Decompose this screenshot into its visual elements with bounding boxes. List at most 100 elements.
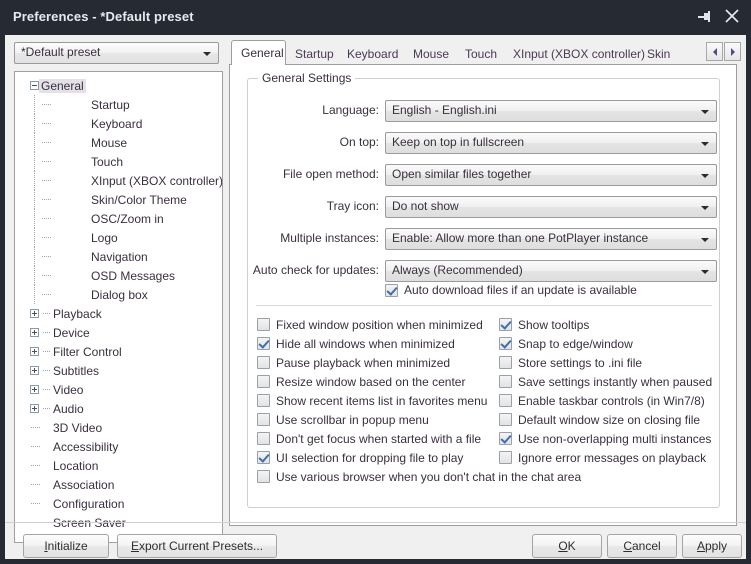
tab-touch[interactable]: Touch bbox=[456, 43, 504, 64]
tree-item-filter-control[interactable]: Filter Control bbox=[15, 342, 222, 361]
tree-item-configuration[interactable]: Configuration bbox=[15, 494, 222, 513]
checkbox-use-non-overlapping-multi-instances[interactable] bbox=[499, 432, 512, 445]
tab-scroll-left-button[interactable] bbox=[706, 42, 723, 61]
tab-general[interactable]: General bbox=[231, 40, 286, 65]
checkbox-show-tooltips[interactable] bbox=[499, 318, 512, 331]
auto-download-checkbox-row[interactable]: Auto download files if an update is avai… bbox=[385, 283, 637, 297]
tree-item-startup[interactable]: Startup bbox=[15, 95, 222, 114]
dropdown-multiple-instances[interactable]: Enable: Allow more than one PotPlayer in… bbox=[385, 228, 717, 250]
close-icon[interactable] bbox=[719, 4, 745, 28]
apply-button[interactable]: Apply bbox=[682, 534, 742, 558]
checkbox-hide-all-windows-when-minimized[interactable] bbox=[257, 337, 270, 350]
tree-item-keyboard[interactable]: Keyboard bbox=[15, 114, 222, 133]
tree-collapse-icon[interactable] bbox=[30, 81, 39, 90]
checkbox-row-save-settings-instantly-when-paused[interactable]: Save settings instantly when paused bbox=[499, 373, 712, 390]
tree-item-accessibility[interactable]: Accessibility bbox=[15, 437, 222, 456]
tab-startup[interactable]: Startup bbox=[286, 43, 338, 64]
tree-guide-dots bbox=[42, 237, 51, 239]
checkbox-pause-playback-when-minimized[interactable] bbox=[257, 356, 270, 369]
checkbox-snap-to-edge-window[interactable] bbox=[499, 337, 512, 350]
dropdown-tray-icon[interactable]: Do not show bbox=[385, 196, 717, 218]
ok-button[interactable]: OK bbox=[532, 534, 602, 558]
pin-icon[interactable] bbox=[691, 4, 717, 28]
checkbox-row-show-recent-items-list-in-favorites-menu[interactable]: Show recent items list in favorites menu bbox=[257, 392, 487, 409]
tab-scroll-right-button[interactable] bbox=[724, 42, 741, 61]
checkbox-row-use-non-overlapping-multi-instances[interactable]: Use non-overlapping multi instances bbox=[499, 430, 711, 447]
tree-item-logo[interactable]: Logo bbox=[15, 228, 222, 247]
tree-item-dialog-box[interactable]: Dialog box bbox=[15, 285, 222, 304]
initialize-button[interactable]: Initialize bbox=[23, 534, 109, 558]
checkbox-fixed-window-position-when-minimized[interactable] bbox=[257, 318, 270, 331]
dropdown-language[interactable]: English - English.ini bbox=[385, 100, 717, 122]
tree-expand-icon[interactable] bbox=[30, 309, 39, 318]
checkbox-row-use-various-browser-when-you-don-t-chat-in-the-chat-area[interactable]: Use various browser when you don't chat … bbox=[257, 468, 581, 485]
checkbox-enable-taskbar-controls-in-win7-8[interactable] bbox=[499, 394, 512, 407]
chevron-down-icon bbox=[701, 174, 709, 178]
checkbox-label: UI selection for dropping file to play bbox=[276, 451, 463, 465]
setting-row-multiple-instances: Multiple instances:Enable: Allow more th… bbox=[248, 228, 719, 250]
dropdown-on-top[interactable]: Keep on top in fullscreen bbox=[385, 132, 717, 154]
dropdown-file-open-method[interactable]: Open similar files together bbox=[385, 164, 717, 186]
checkbox-row-don-t-get-focus-when-started-with-a-file[interactable]: Don't get focus when started with a file bbox=[257, 430, 481, 447]
cancel-button[interactable]: Cancel bbox=[607, 534, 677, 558]
checkbox-show-recent-items-list-in-favorites-menu[interactable] bbox=[257, 394, 270, 407]
checkbox-row-default-window-size-on-closing-file[interactable]: Default window size on closing file bbox=[499, 411, 700, 428]
tab-mouse[interactable]: Mouse bbox=[404, 43, 456, 64]
tree-item-xinput-xbox-controller[interactable]: XInput (XBOX controller) bbox=[15, 171, 222, 190]
checkbox-row-ui-selection-for-dropping-file-to-play[interactable]: UI selection for dropping file to play bbox=[257, 449, 463, 466]
checkbox-store-settings-to-ini-file[interactable] bbox=[499, 356, 512, 369]
tree-item-3d-video[interactable]: 3D Video bbox=[15, 418, 222, 437]
tree-item-navigation[interactable]: Navigation bbox=[15, 247, 222, 266]
checkbox-ignore-error-messages-on-playback[interactable] bbox=[499, 451, 512, 464]
checkbox-row-snap-to-edge-window[interactable]: Snap to edge/window bbox=[499, 335, 633, 352]
setting-label-wrap: On top: bbox=[248, 132, 379, 154]
tree-item-subtitles[interactable]: Subtitles bbox=[15, 361, 222, 380]
checkbox-row-resize-window-based-on-the-center[interactable]: Resize window based on the center bbox=[257, 373, 465, 390]
tree-item-device[interactable]: Device bbox=[15, 323, 222, 342]
tree-expand-icon[interactable] bbox=[30, 385, 39, 394]
checkbox-resize-window-based-on-the-center[interactable] bbox=[257, 375, 270, 388]
tree-expand-icon[interactable] bbox=[30, 366, 39, 375]
checkbox-ui-selection-for-dropping-file-to-play[interactable] bbox=[257, 451, 270, 464]
checkbox-row-ignore-error-messages-on-playback[interactable]: Ignore error messages on playback bbox=[499, 449, 706, 466]
tree-item-location[interactable]: Location bbox=[15, 456, 222, 475]
tab-skin[interactable]: Skin bbox=[638, 43, 678, 64]
tree-expand-icon[interactable] bbox=[30, 347, 39, 356]
dropdown-auto-check-for-updates[interactable]: Always (Recommended) bbox=[385, 260, 717, 282]
checkbox-row-fixed-window-position-when-minimized[interactable]: Fixed window position when minimized bbox=[257, 316, 483, 333]
tree-guide-dots bbox=[42, 199, 51, 201]
settings-tree[interactable]: GeneralStartupKeyboardMouseTouchXInput (… bbox=[14, 71, 223, 543]
checkbox-row-enable-taskbar-controls-in-win7-8[interactable]: Enable taskbar controls (in Win7/8) bbox=[499, 392, 705, 409]
checkbox-row-show-tooltips[interactable]: Show tooltips bbox=[499, 316, 589, 333]
section-divider bbox=[256, 305, 712, 306]
tree-item-touch[interactable]: Touch bbox=[15, 152, 222, 171]
checkbox-save-settings-instantly-when-paused[interactable] bbox=[499, 375, 512, 388]
export-presets-button[interactable]: Export Current Presets... bbox=[117, 534, 277, 558]
tree-item-general[interactable]: General bbox=[15, 76, 222, 95]
tree-item-mouse[interactable]: Mouse bbox=[15, 133, 222, 152]
checkbox-row-use-scrollbar-in-popup-menu[interactable]: Use scrollbar in popup menu bbox=[257, 411, 429, 428]
tree-expand-icon[interactable] bbox=[30, 404, 39, 413]
tree-item-audio[interactable]: Audio bbox=[15, 399, 222, 418]
checkbox-default-window-size-on-closing-file[interactable] bbox=[499, 413, 512, 426]
general-settings-group: General Settings Language:English - Engl… bbox=[247, 78, 720, 508]
tree-item-osc-zoom-in[interactable]: OSC/Zoom in bbox=[15, 209, 222, 228]
checkbox-row-hide-all-windows-when-minimized[interactable]: Hide all windows when minimized bbox=[257, 335, 455, 352]
checkbox-don-t-get-focus-when-started-with-a-file[interactable] bbox=[257, 432, 270, 445]
tree-item-playback[interactable]: Playback bbox=[15, 304, 222, 323]
tree-expand-icon[interactable] bbox=[30, 328, 39, 337]
checkbox-use-various-browser-when-you-don-t-chat-in-the-chat-area[interactable] bbox=[257, 470, 270, 483]
tree-guide-line bbox=[34, 95, 36, 114]
chevron-down-icon bbox=[701, 206, 709, 210]
checkbox-row-pause-playback-when-minimized[interactable]: Pause playback when minimized bbox=[257, 354, 450, 371]
tab-keyboard[interactable]: Keyboard bbox=[338, 43, 404, 64]
checkbox-use-scrollbar-in-popup-menu[interactable] bbox=[257, 413, 270, 426]
tree-item-osd-messages[interactable]: OSD Messages bbox=[15, 266, 222, 285]
auto-download-checkbox[interactable] bbox=[385, 284, 398, 297]
preset-dropdown[interactable]: *Default preset bbox=[14, 42, 219, 64]
tree-item-association[interactable]: Association bbox=[15, 475, 222, 494]
tab-xinput-xbox-controller[interactable]: XInput (XBOX controller) bbox=[504, 43, 638, 64]
tree-item-skin-color-theme[interactable]: Skin/Color Theme bbox=[15, 190, 222, 209]
tree-item-video[interactable]: Video bbox=[15, 380, 222, 399]
checkbox-row-store-settings-to-ini-file[interactable]: Store settings to .ini file bbox=[499, 354, 642, 371]
